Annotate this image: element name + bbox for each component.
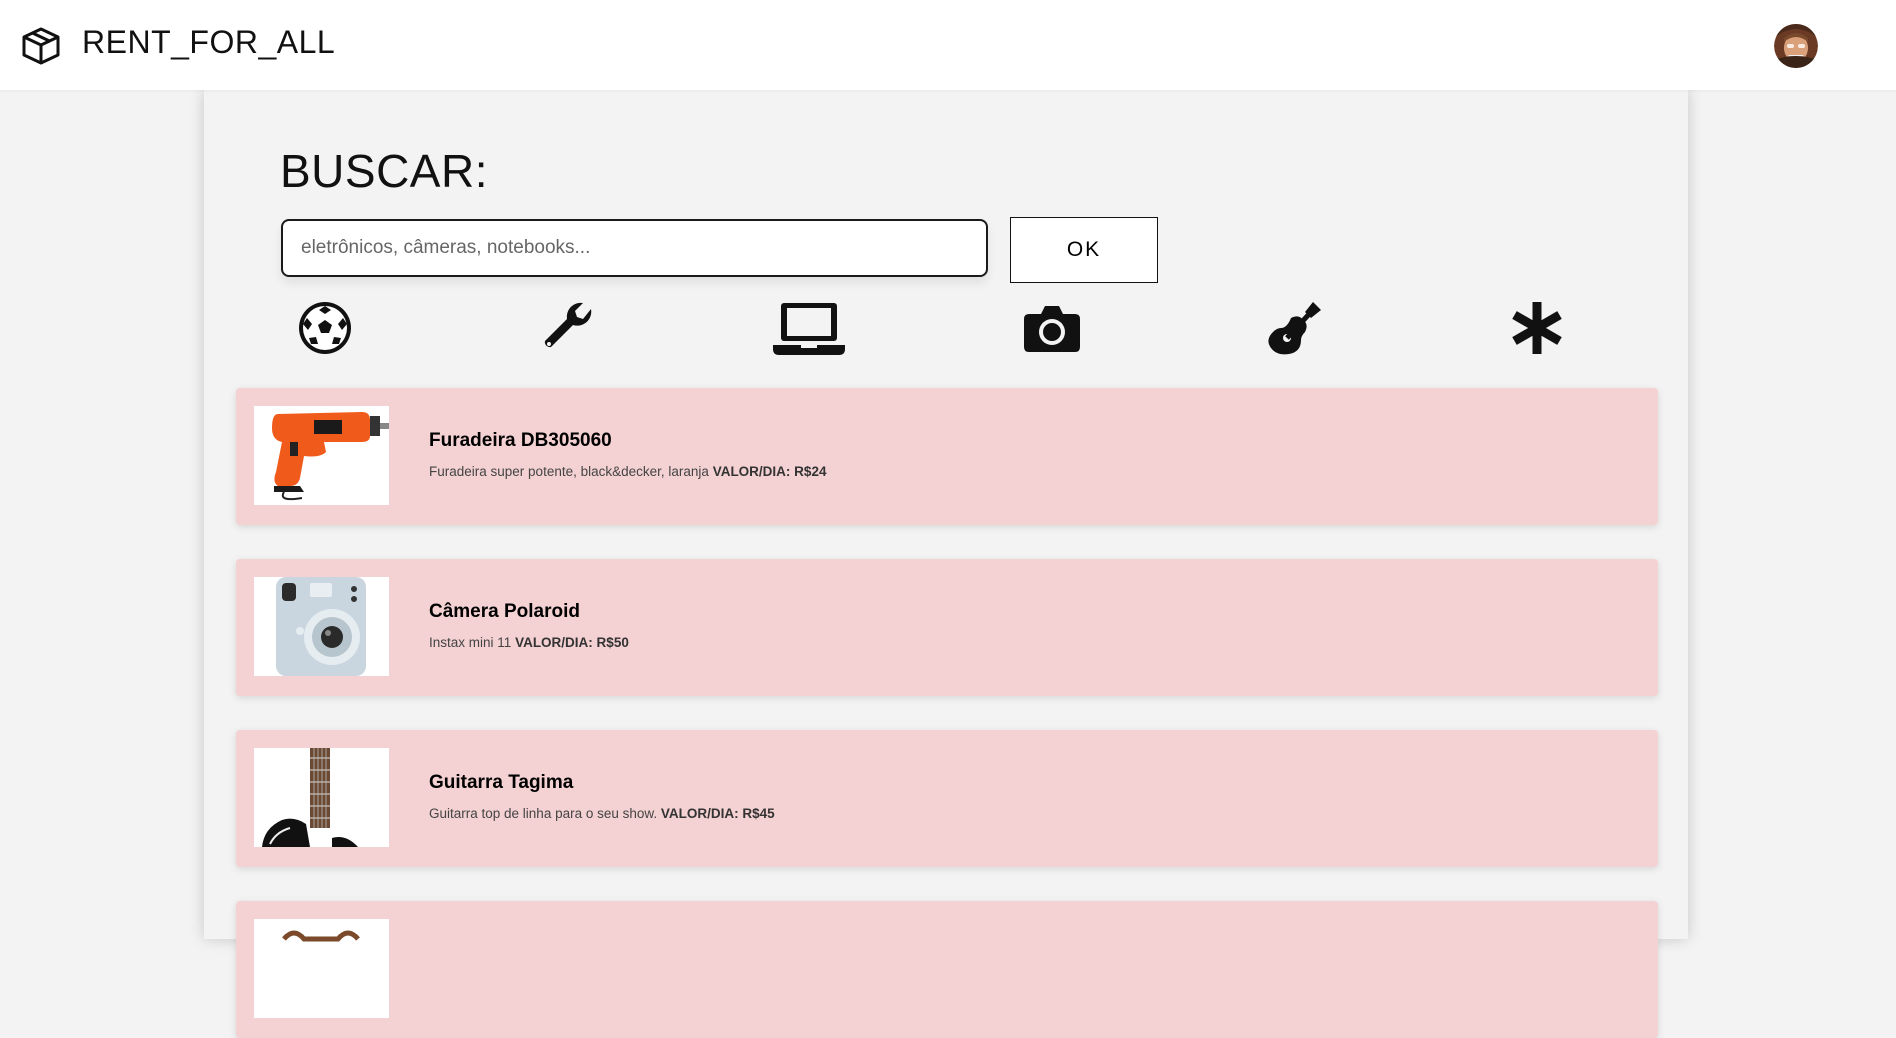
drill-image [254,406,389,505]
price-label: VALOR/DIA: R$24 [712,464,827,479]
category-all[interactable] [1507,300,1567,360]
category-sports[interactable] [295,300,355,360]
product-description: Furadeira super potente, black&decker, l… [429,464,826,479]
category-electronics[interactable] [773,300,845,360]
description-text: Furadeira super potente, black&decker, l… [429,464,709,479]
guitar-image [254,748,389,847]
product-card[interactable]: Câmera Polaroid Instax mini 11 VALOR/DIA… [236,559,1658,696]
camera-icon [1023,302,1081,359]
asterisk-icon [1508,299,1566,362]
category-tools[interactable] [538,300,598,360]
laptop-icon [773,299,845,362]
search-title: BUSCAR: [280,145,488,197]
product-description: Guitarra top de linha para o seu show. V… [429,806,775,821]
wrench-icon [539,299,597,362]
product-card[interactable]: Furadeira DB305060 Furadeira super poten… [236,388,1658,525]
guitar-icon [1265,298,1325,363]
product-image [254,919,389,1018]
soccer-ball-icon [297,300,353,361]
category-instruments[interactable] [1265,300,1325,360]
polaroid-camera-image [254,577,389,676]
product-card[interactable] [236,901,1658,1038]
box-icon[interactable] [20,26,62,66]
product-description: Instax mini 11 VALOR/DIA: R$50 [429,635,629,650]
top-bar: RENT_FOR_ALL [0,0,1896,90]
main-panel: BUSCAR: OK [204,90,1688,1038]
description-text: Guitarra top de linha para o seu show. [429,806,658,821]
price-label: VALOR/DIA: R$50 [515,635,629,650]
product-title[interactable]: Guitarra Tagima [429,772,573,794]
user-avatar[interactable] [1774,24,1818,68]
search-input[interactable] [281,219,988,277]
ok-button[interactable]: OK [1010,217,1158,283]
product-title[interactable]: Furadeira DB305060 [429,430,612,452]
description-text: Instax mini 11 [429,635,512,650]
product-title[interactable]: Câmera Polaroid [429,601,580,623]
brand-title[interactable]: RENT_FOR_ALL [82,24,335,61]
product-card[interactable]: Guitarra Tagima Guitarra top de linha pa… [236,730,1658,867]
price-label: VALOR/DIA: R$45 [660,806,775,821]
category-cameras[interactable] [1022,300,1082,360]
